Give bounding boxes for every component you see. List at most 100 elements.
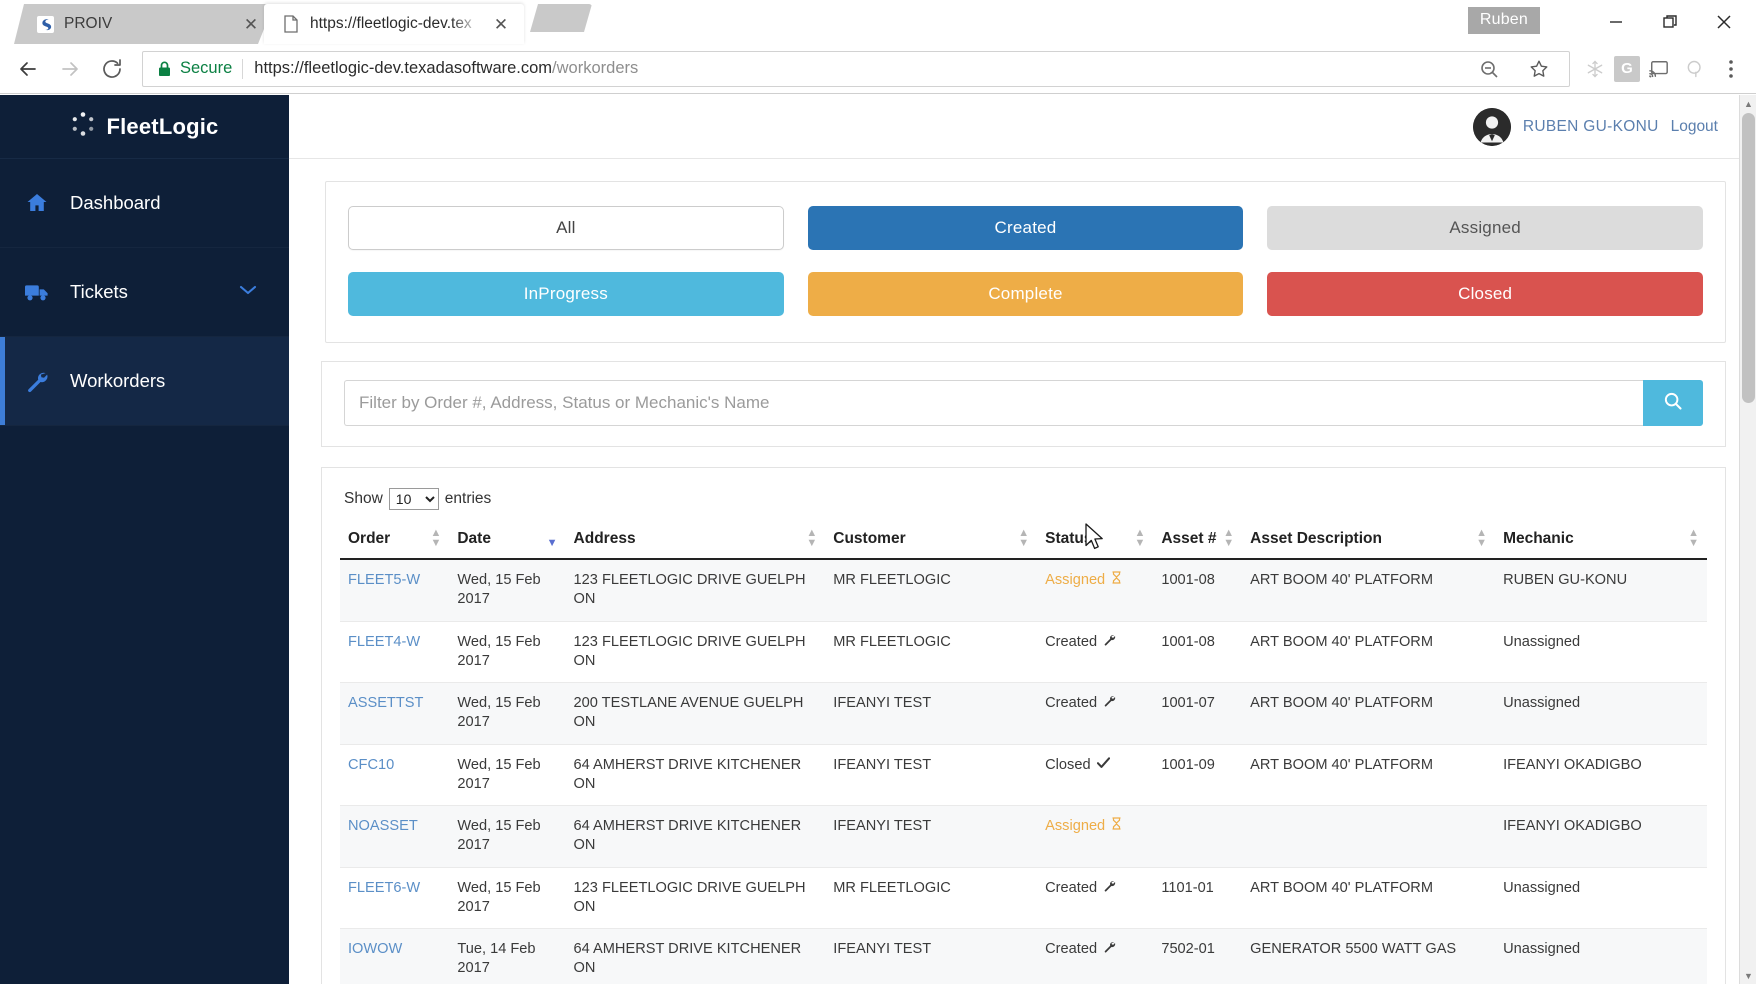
search-input[interactable] [344, 380, 1643, 426]
cell-date: Wed, 15 Feb 2017 [449, 682, 566, 745]
close-icon[interactable]: ✕ [240, 13, 262, 35]
sort-icon: ▲ ▼ [1476, 527, 1488, 549]
user-avatar-icon[interactable] [1472, 107, 1511, 146]
cell-order[interactable]: FLEET6-W [340, 867, 450, 929]
address-bar[interactable]: Secure https://fleetlogic-dev.texadasoft… [142, 49, 1570, 89]
filter-button-complete[interactable]: Complete [807, 272, 1244, 316]
wrench-icon [1103, 940, 1116, 959]
column-label: Asset Description [1250, 530, 1382, 547]
maximize-restore-icon[interactable] [1644, 5, 1696, 39]
cell-order[interactable]: NOASSET [340, 805, 450, 868]
cell-mechanic: Unassigned [1495, 682, 1707, 745]
column-header-asset-number[interactable]: Asset # ▲ ▼ [1153, 526, 1243, 560]
table-row[interactable]: ASSETTST Wed, 15 Feb 2017 200 TESTLANE AVE… [340, 682, 1707, 745]
search-bubble-icon[interactable] [1678, 52, 1712, 86]
sidebar-item-tickets[interactable]: Tickets [0, 248, 289, 337]
search-button[interactable] [1643, 380, 1703, 426]
cast-icon[interactable] [1642, 52, 1676, 86]
star-icon[interactable] [1519, 49, 1559, 89]
table-row[interactable]: FLEET4-W Wed, 15 Feb 2017 123 FLEETLOGIC D… [340, 621, 1707, 683]
new-tab-button[interactable] [530, 4, 592, 32]
cell-status: Created [1037, 621, 1154, 683]
column-header-customer[interactable]: Customer ▲ ▼ [825, 526, 1038, 560]
show-entries-suffix: entries [444, 490, 492, 507]
scrollbar-thumb[interactable] [1742, 113, 1755, 403]
brand-logo[interactable]: FleetLogic [0, 95, 289, 159]
order-link[interactable]: IOWOW [348, 941, 402, 957]
lock-icon [157, 60, 172, 78]
cell-asset-number [1153, 805, 1243, 868]
zoom-out-icon[interactable] [1469, 49, 1509, 89]
search-row [344, 380, 1703, 426]
column-header-mechanic[interactable]: Mechanic ▲ ▼ [1495, 526, 1707, 560]
table-row[interactable]: FLEET5-W Wed, 15 Feb 2017 123 FLEETLOGIC D… [340, 559, 1707, 622]
cell-address: 123 FLEETLOGIC DRIVE GUELPH ON [565, 559, 826, 622]
cell-customer: IFEANYI TEST [825, 805, 1038, 868]
close-window-icon[interactable] [1698, 5, 1750, 39]
order-link[interactable]: FLEET4-W [348, 634, 420, 650]
filter-button-closed[interactable]: Closed [1267, 272, 1703, 316]
sort-icon: ▲ ▼ [1018, 527, 1030, 549]
back-arrow-icon[interactable] [8, 49, 48, 89]
main-content: RUBEN GU-KONU Logout All Created Assigne… [289, 95, 1756, 984]
order-link[interactable]: NOASSET [348, 818, 418, 834]
tab-strip: PROIV ✕ https://fleetlogic-dev.tex ✕ Rub… [0, 0, 1756, 44]
column-header-asset-description[interactable]: Asset Description ▲ ▼ [1242, 526, 1496, 560]
hourglass-icon [1111, 817, 1122, 836]
cell-order[interactable]: FLEET5-W [340, 559, 450, 622]
status-filter-panel: All Created Assigned InProgress Complete… [325, 181, 1726, 343]
cell-order[interactable]: CFC10 [340, 744, 450, 806]
column-header-status[interactable]: Status ▲ ▼ [1037, 526, 1154, 560]
snowflake-extension-icon[interactable] [1578, 52, 1612, 86]
order-link[interactable]: CFC10 [348, 757, 394, 773]
browser-tab-proiv[interactable]: PROIV ✕ [14, 4, 274, 44]
google-extension-icon[interactable]: G [1614, 55, 1640, 82]
three-dot-menu-icon[interactable] [1714, 52, 1748, 86]
column-header-address[interactable]: Address ▲ ▼ [565, 526, 826, 560]
search-panel [321, 361, 1726, 447]
scroll-down-arrow-icon[interactable]: ▼ [1740, 967, 1756, 984]
scroll-up-arrow-icon[interactable]: ▲ [1740, 95, 1756, 112]
user-name-label: RUBEN GU-KONU [1522, 117, 1659, 135]
cell-order[interactable]: FLEET4-W [340, 621, 450, 683]
table-row[interactable]: NOASSET Wed, 15 Feb 2017 64 AMHERST DRIVE … [340, 805, 1707, 868]
column-header-date[interactable]: Date ▼ [449, 526, 566, 560]
minimize-icon[interactable] [1590, 5, 1642, 39]
browser-tab-fleetlogic[interactable]: https://fleetlogic-dev.tex ✕ [264, 4, 524, 44]
filter-button-assigned[interactable]: Assigned [1267, 206, 1703, 250]
column-label: Asset # [1161, 530, 1217, 547]
filter-button-created[interactable]: Created [807, 206, 1244, 250]
omnibox-divider [242, 58, 244, 79]
show-entries-select[interactable]: 102550100 [388, 488, 439, 510]
close-icon[interactable]: ✕ [490, 13, 512, 35]
page-scrollbar[interactable]: ▲ ▼ [1739, 95, 1756, 984]
order-link[interactable]: ASSETTST [348, 695, 423, 711]
window-user-badge[interactable]: Ruben [1467, 6, 1540, 34]
filter-button-all[interactable]: All [348, 206, 784, 250]
table-row[interactable]: IOWOW Tue, 14 Feb 2017 64 AMHERST DRIVE KI… [340, 928, 1707, 984]
order-link[interactable]: FLEET5-W [348, 572, 420, 588]
cell-order[interactable]: IOWOW [340, 928, 450, 984]
filter-button-inprogress[interactable]: InProgress [348, 272, 784, 316]
wrench-icon [1103, 879, 1116, 898]
hexagon-dots-icon [70, 111, 96, 142]
cell-asset-description [1242, 805, 1496, 868]
cell-asset-number: 7502-01 [1153, 928, 1243, 984]
cell-address: 123 FLEETLOGIC DRIVE GUELPH ON [565, 621, 826, 683]
sidebar-item-dashboard[interactable]: Dashboard [0, 159, 289, 248]
table-row[interactable]: CFC10 Wed, 15 Feb 2017 64 AMHERST DRIVE KI… [340, 744, 1707, 806]
page-icon [282, 15, 300, 33]
logout-link[interactable]: Logout [1671, 118, 1718, 136]
cell-asset-description: ART BOOM 40' PLATFORM [1242, 621, 1496, 683]
reload-icon[interactable] [92, 49, 132, 89]
table-header-row: Order ▲ ▼ Date ▼ Address ▲ ▼ Customer ▲ ▼ Statu… [340, 526, 1707, 560]
sidebar-item-workorders[interactable]: Workorders [0, 337, 289, 426]
cell-customer: IFEANYI TEST [825, 744, 1038, 806]
cell-order[interactable]: ASSETTST [340, 682, 450, 745]
order-link[interactable]: FLEET6-W [348, 880, 420, 896]
sort-icon: ▲ ▼ [430, 527, 442, 549]
column-header-order[interactable]: Order ▲ ▼ [340, 526, 450, 560]
cell-mechanic: Unassigned [1495, 928, 1707, 984]
chevron-down-icon[interactable] [239, 283, 257, 301]
table-row[interactable]: FLEET6-W Wed, 15 Feb 2017 123 FLEETLOGIC D… [340, 867, 1707, 929]
